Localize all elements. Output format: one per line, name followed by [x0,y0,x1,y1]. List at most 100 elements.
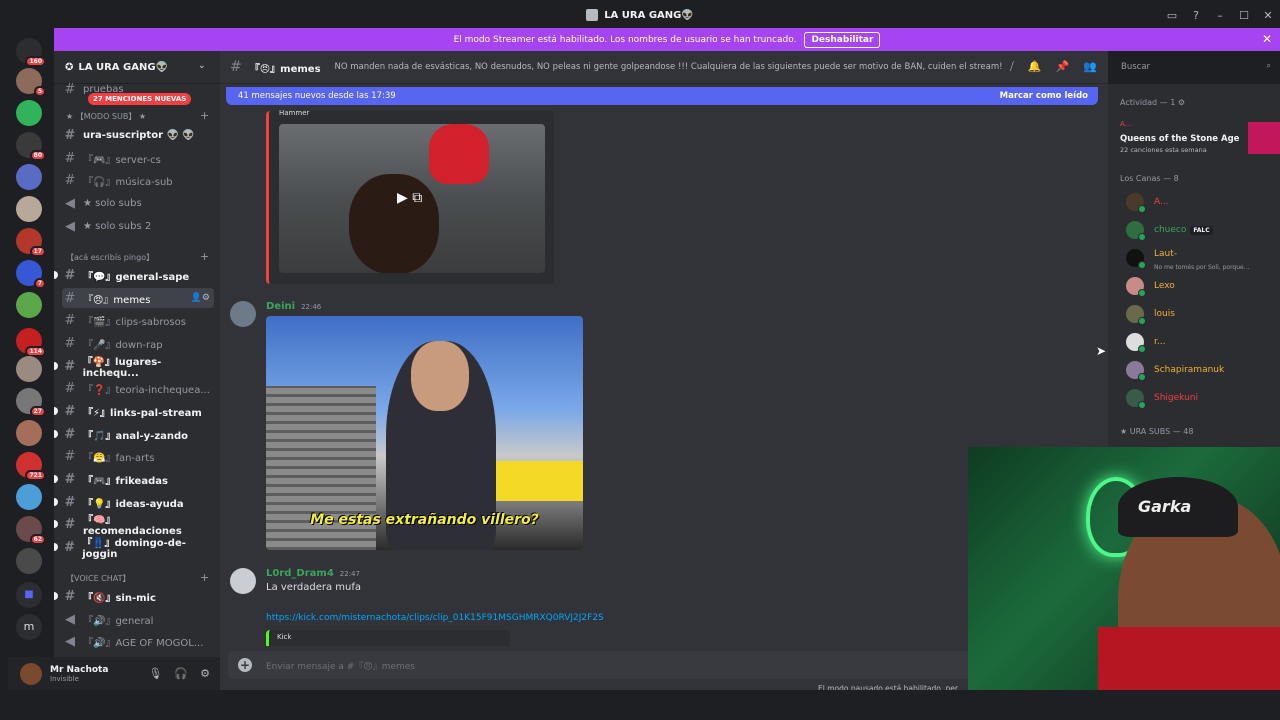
activity-card[interactable]: A... Queens of the Stone Age 22 cancione… [1116,118,1280,156]
add-channel-icon[interactable]: + [200,571,209,584]
avatar [1126,193,1146,213]
server-icon[interactable]: 80 [16,132,46,161]
bell-icon[interactable]: 🔔 [1028,60,1042,74]
channel-fan-arts[interactable]: # 『😤』fan-arts [62,446,214,466]
channel-lugares-inchequeables[interactable]: # 『🍄』lugares-inchequ... [54,356,214,379]
channel-settings-icon[interactable]: 👤⚙ [191,293,210,303]
gear-icon[interactable]: ⚙ [1178,98,1185,107]
close-banner-icon[interactable]: ✕ [1262,32,1272,46]
channel-server-cs[interactable]: # 『🎮』server-cs [62,148,214,168]
add-channel-icon[interactable]: + [200,250,209,263]
user-name: Mr Nachota [50,664,109,675]
voice-channel-general[interactable]: ◀ 『🔊』general [62,609,214,629]
member-item[interactable]: A... [1126,190,1169,214]
member-item[interactable]: louis [1126,302,1175,326]
channel-general-sape[interactable]: # 『💬』general-sape [54,265,214,285]
channel-header: # 『😠』memes NO manden nada de esvásticas,… [220,51,1108,84]
member-item[interactable]: r... [1126,330,1165,354]
chevron-down-icon[interactable]: ⌄ [198,61,206,71]
mentions-badge[interactable]: 27 MENCIONES NUEVAS [88,93,192,105]
server-icon[interactable]: 5 [16,68,46,97]
server-m-icon[interactable]: m [16,614,42,640]
video-thumbnail[interactable]: ▶ ⧉ [279,124,545,273]
message-author[interactable]: Deini 22:46 [266,301,321,312]
channel-anal-y-zando[interactable]: # 『🎵』anal-y-zando [54,424,214,444]
server-icon[interactable]: 7 [16,260,46,289]
hash-icon: # [64,312,76,328]
maximize-button[interactable]: ☐ [1232,9,1256,22]
folder-icon[interactable]: ■ [16,582,42,608]
server-icon[interactable]: 17 [16,228,46,257]
avatar[interactable] [20,662,42,685]
channel-frikeadas[interactable]: # 『🎮』frikeadas [54,469,214,489]
mark-as-read-button[interactable]: Marcar como leído [1000,91,1088,101]
server-icon[interactable] [16,484,42,510]
hash-icon: # [64,494,76,510]
add-attachment-icon[interactable]: + [238,658,252,672]
member-item[interactable]: Lexo [1126,274,1175,298]
avatar[interactable] [230,568,256,594]
server-icon[interactable]: 62 [16,516,46,545]
channel-sin-mic[interactable]: # 『🔇』sin-mic [54,586,214,606]
category-voice-chat[interactable]: 【VOICE CHAT】 + [66,571,209,584]
channel-clips-sabrosos[interactable]: # 『🎬』clips-sabrosos [62,310,214,330]
search-input[interactable]: Buscar ⌕ [1116,59,1276,77]
microphone-icon[interactable]: 🎙 [148,667,162,680]
dm-home-icon[interactable]: 160 [16,38,46,67]
channel-teoria-inchequeable[interactable]: # 『❓』teoria-inchequea... [62,378,214,398]
member-item[interactable]: Schapiramanuk [1126,358,1224,382]
channel-ideas-ayuda[interactable]: # 『💡』ideas-ayuda [54,492,214,512]
channel-domingo-de-joggin[interactable]: # 『👖』domingo-de-joggin [54,537,214,560]
channel-solo-subs-2[interactable]: ◀ ★ solo subs 2 [62,216,214,236]
avatar [1126,277,1146,297]
server-icon[interactable] [16,164,42,190]
clip-link[interactable]: https://kick.com/misternachota/clips/cli… [266,613,604,623]
add-channel-icon[interactable]: + [200,109,209,122]
server-list: 160 5 80 17 7 114 27 721 62 ■ m [0,30,54,690]
category-modo-sub[interactable]: ★ 【MODO SUB】 ★ + [66,109,209,122]
threads-icon[interactable]: ⧸ [1010,60,1014,74]
channel-solo-subs[interactable]: ◀ ★ solo subs [62,193,214,213]
server-icon[interactable] [16,196,42,222]
server-icon[interactable] [16,356,42,382]
inbox-icon[interactable]: ▭ [1160,9,1184,22]
message-author[interactable]: L0rd_Dram4 22:47 [266,568,360,579]
guild-icon: ✪ [65,61,74,73]
server-icon[interactable] [16,420,42,446]
channel-musica-sub[interactable]: # 『🎧』música-sub [62,170,214,190]
member-item[interactable]: Laut- No me tomés por Soli, porque... [1126,246,1249,271]
message-timestamp: 22:46 [301,303,322,311]
voice-channel-age-of-mogol[interactable]: ◀ 『🔊』AGE OF MOGOL... [62,631,214,651]
play-icon[interactable]: ▶ ⧉ [397,190,422,206]
close-window-button[interactable]: ✕ [1256,9,1280,22]
channel-memes[interactable]: # 『😠』memes 👤⚙ [62,288,214,308]
pin-icon[interactable]: 📌 [1055,60,1069,74]
speaker-icon: ◀ [65,611,75,627]
hash-icon: # [64,380,76,396]
message-input[interactable]: Enviar mensaje a #『😠』memes [266,659,415,672]
new-messages-bar[interactable]: 41 mensajes nuevos desde las 17:39 Marca… [226,87,1098,105]
server-icon[interactable] [16,100,42,126]
channel-links-pal-stream[interactable]: # 『⚡』links-pal-stream [54,401,214,421]
headphones-icon[interactable]: 🎧 [174,667,188,680]
server-icon[interactable]: 114 [16,328,46,357]
server-icon[interactable] [16,292,42,318]
member-item[interactable]: chueco FALC [1126,218,1213,242]
channel-ura-suscriptor[interactable]: # ura-suscriptor 👽 👽 [62,125,214,145]
server-icon[interactable]: 721 [16,452,46,481]
channel-recomendaciones[interactable]: # 『🧠』recomendaciones [54,514,214,537]
member-item[interactable]: Shigekuni [1126,386,1198,410]
server-icon[interactable] [16,548,42,574]
activity-header: Actividad — 1 ⚙ [1120,98,1185,107]
gear-icon[interactable]: ⚙ [200,667,210,680]
channel-down-rap[interactable]: # 『🎤』down-rap [62,333,214,353]
avatar[interactable] [230,301,256,327]
server-icon[interactable]: 27 [16,388,46,417]
minimize-button[interactable]: – [1208,9,1232,22]
help-icon[interactable]: ? [1184,9,1208,22]
channel-topic[interactable]: NO manden nada de esvásticas, NO desnudo… [335,62,1003,72]
disable-streamer-button[interactable]: Deshabilitar [804,31,881,48]
category-aca-escribis[interactable]: 【acá escribís pingo】 + [66,250,209,263]
meme-image[interactable]: Me estas extrañando villero? [266,316,583,550]
members-icon[interactable]: 👥 [1083,60,1097,74]
